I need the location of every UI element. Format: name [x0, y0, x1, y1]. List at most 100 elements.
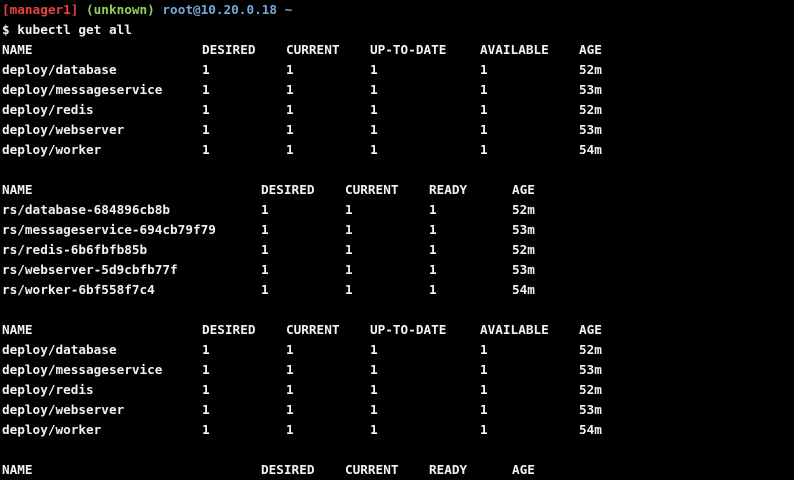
- table-row: deploy/worker 1 1 1 1 54m: [2, 140, 794, 160]
- header-desired: DESIRED: [261, 462, 315, 477]
- cell-name: deploy/worker: [2, 142, 102, 157]
- cell-up-to-date: 1: [370, 122, 378, 137]
- cell-up-to-date: 1: [370, 102, 378, 117]
- cell-available: 1: [480, 422, 488, 437]
- header-name: NAME: [2, 182, 33, 197]
- cell-name: rs/database-684896cb8b: [2, 202, 171, 217]
- header-ready: READY: [429, 462, 468, 477]
- table-row: rs/worker-6bf558f7c4 1 1 1 54m: [2, 280, 794, 300]
- cell-available: 1: [480, 82, 488, 97]
- header-available: AVAILABLE: [480, 42, 549, 57]
- cell-available: 1: [480, 122, 488, 137]
- prompt-host: [manager1]: [2, 2, 79, 17]
- cell-current: 1: [345, 242, 353, 257]
- header-name: NAME: [2, 42, 33, 57]
- cell-current: 1: [286, 122, 294, 137]
- cell-name: rs/worker-6bf558f7c4: [2, 282, 155, 297]
- cell-age: 53m: [579, 82, 602, 97]
- cell-available: 1: [480, 62, 488, 77]
- table-row: deploy/redis 1 1 1 1 52m: [2, 380, 794, 400]
- prompt-line: [manager1] (unknown) root@10.20.0.18 ~: [2, 0, 794, 20]
- cell-current: 1: [286, 142, 294, 157]
- header-current: CURRENT: [286, 322, 340, 337]
- terminal-window[interactable]: [manager1] (unknown) root@10.20.0.18 ~ $…: [0, 0, 794, 480]
- header-name: NAME: [2, 462, 33, 477]
- cell-current: 1: [286, 342, 294, 357]
- header-age: AGE: [512, 462, 535, 477]
- table-row: deploy/database 1 1 1 1 52m: [2, 340, 794, 360]
- cell-desired: 1: [261, 282, 269, 297]
- cell-name: deploy/messageservice: [2, 362, 163, 377]
- cell-current: 1: [286, 402, 294, 417]
- cell-desired: 1: [261, 242, 269, 257]
- cell-current: 1: [345, 202, 353, 217]
- table-row: deploy/worker 1 1 1 1 54m: [2, 420, 794, 440]
- cell-up-to-date: 1: [370, 402, 378, 417]
- header-up-to-date: UP-TO-DATE: [370, 42, 447, 57]
- cell-current: 1: [345, 222, 353, 237]
- header-desired: DESIRED: [202, 322, 256, 337]
- cell-current: 1: [345, 262, 353, 277]
- header-desired: DESIRED: [261, 182, 315, 197]
- table-row: rs/redis-6b6fbfb85b 1 1 1 52m: [2, 240, 794, 260]
- cell-available: 1: [480, 402, 488, 417]
- cell-current: 1: [345, 282, 353, 297]
- cell-name: deploy/webserver: [2, 122, 125, 137]
- table-row: rs/database-684896cb8b 1 1 1 52m: [2, 200, 794, 220]
- cell-desired: 1: [261, 202, 269, 217]
- cell-desired: 1: [261, 262, 269, 277]
- cell-desired: 1: [202, 382, 210, 397]
- cell-name: deploy/database: [2, 62, 117, 77]
- cell-up-to-date: 1: [370, 62, 378, 77]
- cell-up-to-date: 1: [370, 82, 378, 97]
- command-text: kubectl get all: [17, 22, 132, 37]
- cell-ready: 1: [429, 242, 437, 257]
- cell-available: 1: [480, 362, 488, 377]
- cell-up-to-date: 1: [370, 422, 378, 437]
- cell-age: 52m: [512, 202, 535, 217]
- cell-age: 52m: [579, 102, 602, 117]
- header-current: CURRENT: [286, 42, 340, 57]
- cell-name: deploy/messageservice: [2, 82, 163, 97]
- prompt-symbol: $: [2, 22, 10, 37]
- cell-age: 53m: [579, 402, 602, 417]
- cell-ready: 1: [429, 202, 437, 217]
- header-age: AGE: [579, 322, 602, 337]
- cell-current: 1: [286, 422, 294, 437]
- deployments-table: NAME DESIRED CURRENT UP-TO-DATE AVAILABL…: [2, 320, 794, 440]
- replicasets-table: NAME DESIRED CURRENT READY AGE: [2, 460, 794, 480]
- cell-current: 1: [286, 362, 294, 377]
- cell-name: deploy/webserver: [2, 402, 125, 417]
- cell-ready: 1: [429, 262, 437, 277]
- cell-available: 1: [480, 382, 488, 397]
- cell-age: 52m: [579, 62, 602, 77]
- header-age: AGE: [579, 42, 602, 57]
- header-up-to-date: UP-TO-DATE: [370, 322, 447, 337]
- cell-name: deploy/database: [2, 342, 117, 357]
- cell-age: 54m: [579, 142, 602, 157]
- prompt-cwd: ~: [284, 2, 293, 17]
- cell-desired: 1: [202, 102, 210, 117]
- cell-age: 52m: [512, 242, 535, 257]
- table-row: deploy/database 1 1 1 1 52m: [2, 60, 794, 80]
- cell-age: 53m: [512, 222, 535, 237]
- table-row: rs/messageservice-694cb79f79 1 1 1 53m: [2, 220, 794, 240]
- cell-desired: 1: [202, 342, 210, 357]
- header-current: CURRENT: [345, 462, 399, 477]
- table-header-row: NAME DESIRED CURRENT READY AGE: [2, 460, 794, 480]
- table-row: deploy/redis 1 1 1 1 52m: [2, 100, 794, 120]
- cell-available: 1: [480, 142, 488, 157]
- cell-available: 1: [480, 102, 488, 117]
- cell-current: 1: [286, 382, 294, 397]
- cell-age: 53m: [579, 122, 602, 137]
- cell-up-to-date: 1: [370, 142, 378, 157]
- cell-current: 1: [286, 82, 294, 97]
- cell-desired: 1: [202, 142, 210, 157]
- cell-age: 53m: [579, 362, 602, 377]
- cell-name: rs/redis-6b6fbfb85b: [2, 242, 148, 257]
- cell-age: 53m: [512, 262, 535, 277]
- cell-age: 54m: [579, 422, 602, 437]
- cell-up-to-date: 1: [370, 362, 378, 377]
- cell-current: 1: [286, 62, 294, 77]
